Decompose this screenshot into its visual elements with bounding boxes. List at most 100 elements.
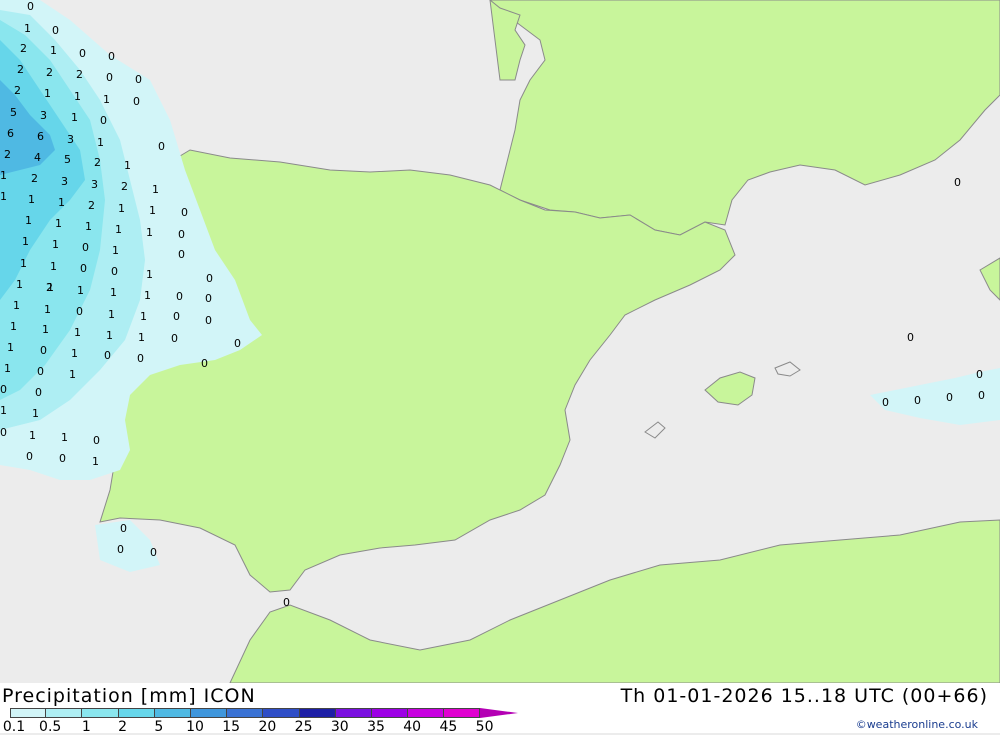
forecast-datetime: Th 01-01-2026 15..18 UTC (00+66): [620, 685, 988, 707]
precip-value: 0: [173, 310, 180, 323]
precip-value: 4: [34, 151, 41, 164]
precip-value: 0: [104, 349, 111, 362]
precip-value: 0: [80, 262, 87, 275]
precip-value: 0: [0, 426, 7, 439]
credit-link[interactable]: ©weatheronline.co.uk: [856, 718, 978, 731]
precip-value: 0: [206, 272, 213, 285]
precip-value: 0: [178, 228, 185, 241]
precip-value: 2: [17, 63, 24, 76]
precip-value: 0: [882, 396, 889, 409]
legend-swatch: [46, 708, 83, 718]
precip-value: 0: [27, 0, 34, 13]
precip-value: 0: [158, 140, 165, 153]
precip-value: 1: [124, 159, 131, 172]
legend-swatch: [154, 708, 191, 718]
legend-swatch: [408, 708, 445, 718]
precip-value: 0: [79, 47, 86, 60]
precip-value: 0: [133, 95, 140, 108]
precip-value: 0: [176, 290, 183, 303]
precip-value: 1: [152, 183, 159, 196]
precip-value: 0: [120, 522, 127, 535]
precip-value: 1: [77, 284, 84, 297]
map-canvas: 0 1 0 2 1 0 0 2 2 2 0 0 2 1 1 1 0 5 3 1 …: [0, 0, 1000, 684]
precip-value: 1: [44, 87, 51, 100]
precip-value: 0: [181, 206, 188, 219]
precip-value: 1: [115, 223, 122, 236]
precip-value: 3: [40, 109, 47, 122]
precip-value: 1: [0, 404, 7, 417]
precip-value: 0: [978, 389, 985, 402]
precip-value: 1: [13, 299, 20, 312]
precip-value: 2: [46, 66, 53, 79]
precip-value: 1: [50, 44, 57, 57]
precip-value: 1: [44, 303, 51, 316]
precip-value: 1: [71, 111, 78, 124]
precip-value: 0: [26, 450, 33, 463]
precip-value: 0: [93, 434, 100, 447]
precip-value: 1: [74, 90, 81, 103]
precip-value: 3: [61, 175, 68, 188]
precip-value: 0: [117, 543, 124, 556]
legend-swatch: [118, 708, 155, 718]
precip-value: 1: [85, 220, 92, 233]
precip-value: 0: [40, 344, 47, 357]
precip-value: 2: [88, 199, 95, 212]
precip-value: 0: [37, 365, 44, 378]
precip-value: 1: [0, 169, 7, 182]
precip-value: 0: [0, 383, 7, 396]
precip-value: 1: [4, 362, 11, 375]
precip-value: 1: [50, 260, 57, 273]
precip-value: 2: [4, 148, 11, 161]
precip-value: 1: [52, 238, 59, 251]
precip-value: 5: [64, 153, 71, 166]
legend-swatch: [371, 708, 409, 718]
precip-value: 0: [82, 241, 89, 254]
precip-value: 0: [178, 248, 185, 261]
precip-value: 3: [67, 133, 74, 146]
precip-value: 0: [234, 337, 241, 350]
precip-value: 2: [94, 156, 101, 169]
precip-value: 0: [100, 114, 107, 127]
precip-value: 0: [111, 265, 118, 278]
precip-value: 2: [46, 281, 53, 294]
precip-value: 1: [32, 407, 39, 420]
precip-value: 1: [112, 244, 119, 257]
precip-value: 0: [35, 386, 42, 399]
precip-value: 2: [20, 42, 27, 55]
precip-value: 1: [97, 136, 104, 149]
precip-value: 1: [61, 431, 68, 444]
precipitation-map: 0 1 0 2 1 0 0 2 2 2 0 0 2 1 1 1 0 5 3 1 …: [0, 0, 1000, 684]
legend-swatch: [190, 708, 228, 718]
precip-value: 0: [954, 176, 961, 189]
precip-value: 0: [76, 305, 83, 318]
precip-value: 0: [201, 357, 208, 370]
precip-value: 2: [14, 84, 21, 97]
precip-value: 1: [55, 217, 62, 230]
legend-swatch: [82, 708, 119, 718]
precip-value: 5: [10, 106, 17, 119]
precip-value: 0: [150, 546, 157, 559]
precip-value: 0: [108, 50, 115, 63]
precip-value: 6: [7, 127, 14, 140]
precip-value: 1: [25, 214, 32, 227]
precip-value: 1: [103, 93, 110, 106]
precip-value: 0: [137, 352, 144, 365]
precip-value: 1: [146, 268, 153, 281]
map-footer: Precipitation [mm] ICON Th 01-01-2026 15…: [0, 683, 1000, 735]
precip-value: 2: [121, 180, 128, 193]
precip-value: 1: [140, 310, 147, 323]
precip-value: 0: [106, 71, 113, 84]
precip-value: 2: [76, 68, 83, 81]
precip-value: 1: [10, 320, 17, 333]
precip-value: 1: [24, 22, 31, 35]
precip-value: 1: [0, 190, 7, 203]
precip-value: 1: [146, 226, 153, 239]
precip-value: 1: [106, 329, 113, 342]
precip-value: 6: [37, 130, 44, 143]
precip-legend-bar: [10, 708, 519, 718]
legend-swatch: [263, 708, 300, 718]
precip-value: 1: [42, 323, 49, 336]
legend-swatch: [299, 708, 336, 718]
precip-value: 1: [7, 341, 14, 354]
precip-value: 1: [144, 289, 151, 302]
